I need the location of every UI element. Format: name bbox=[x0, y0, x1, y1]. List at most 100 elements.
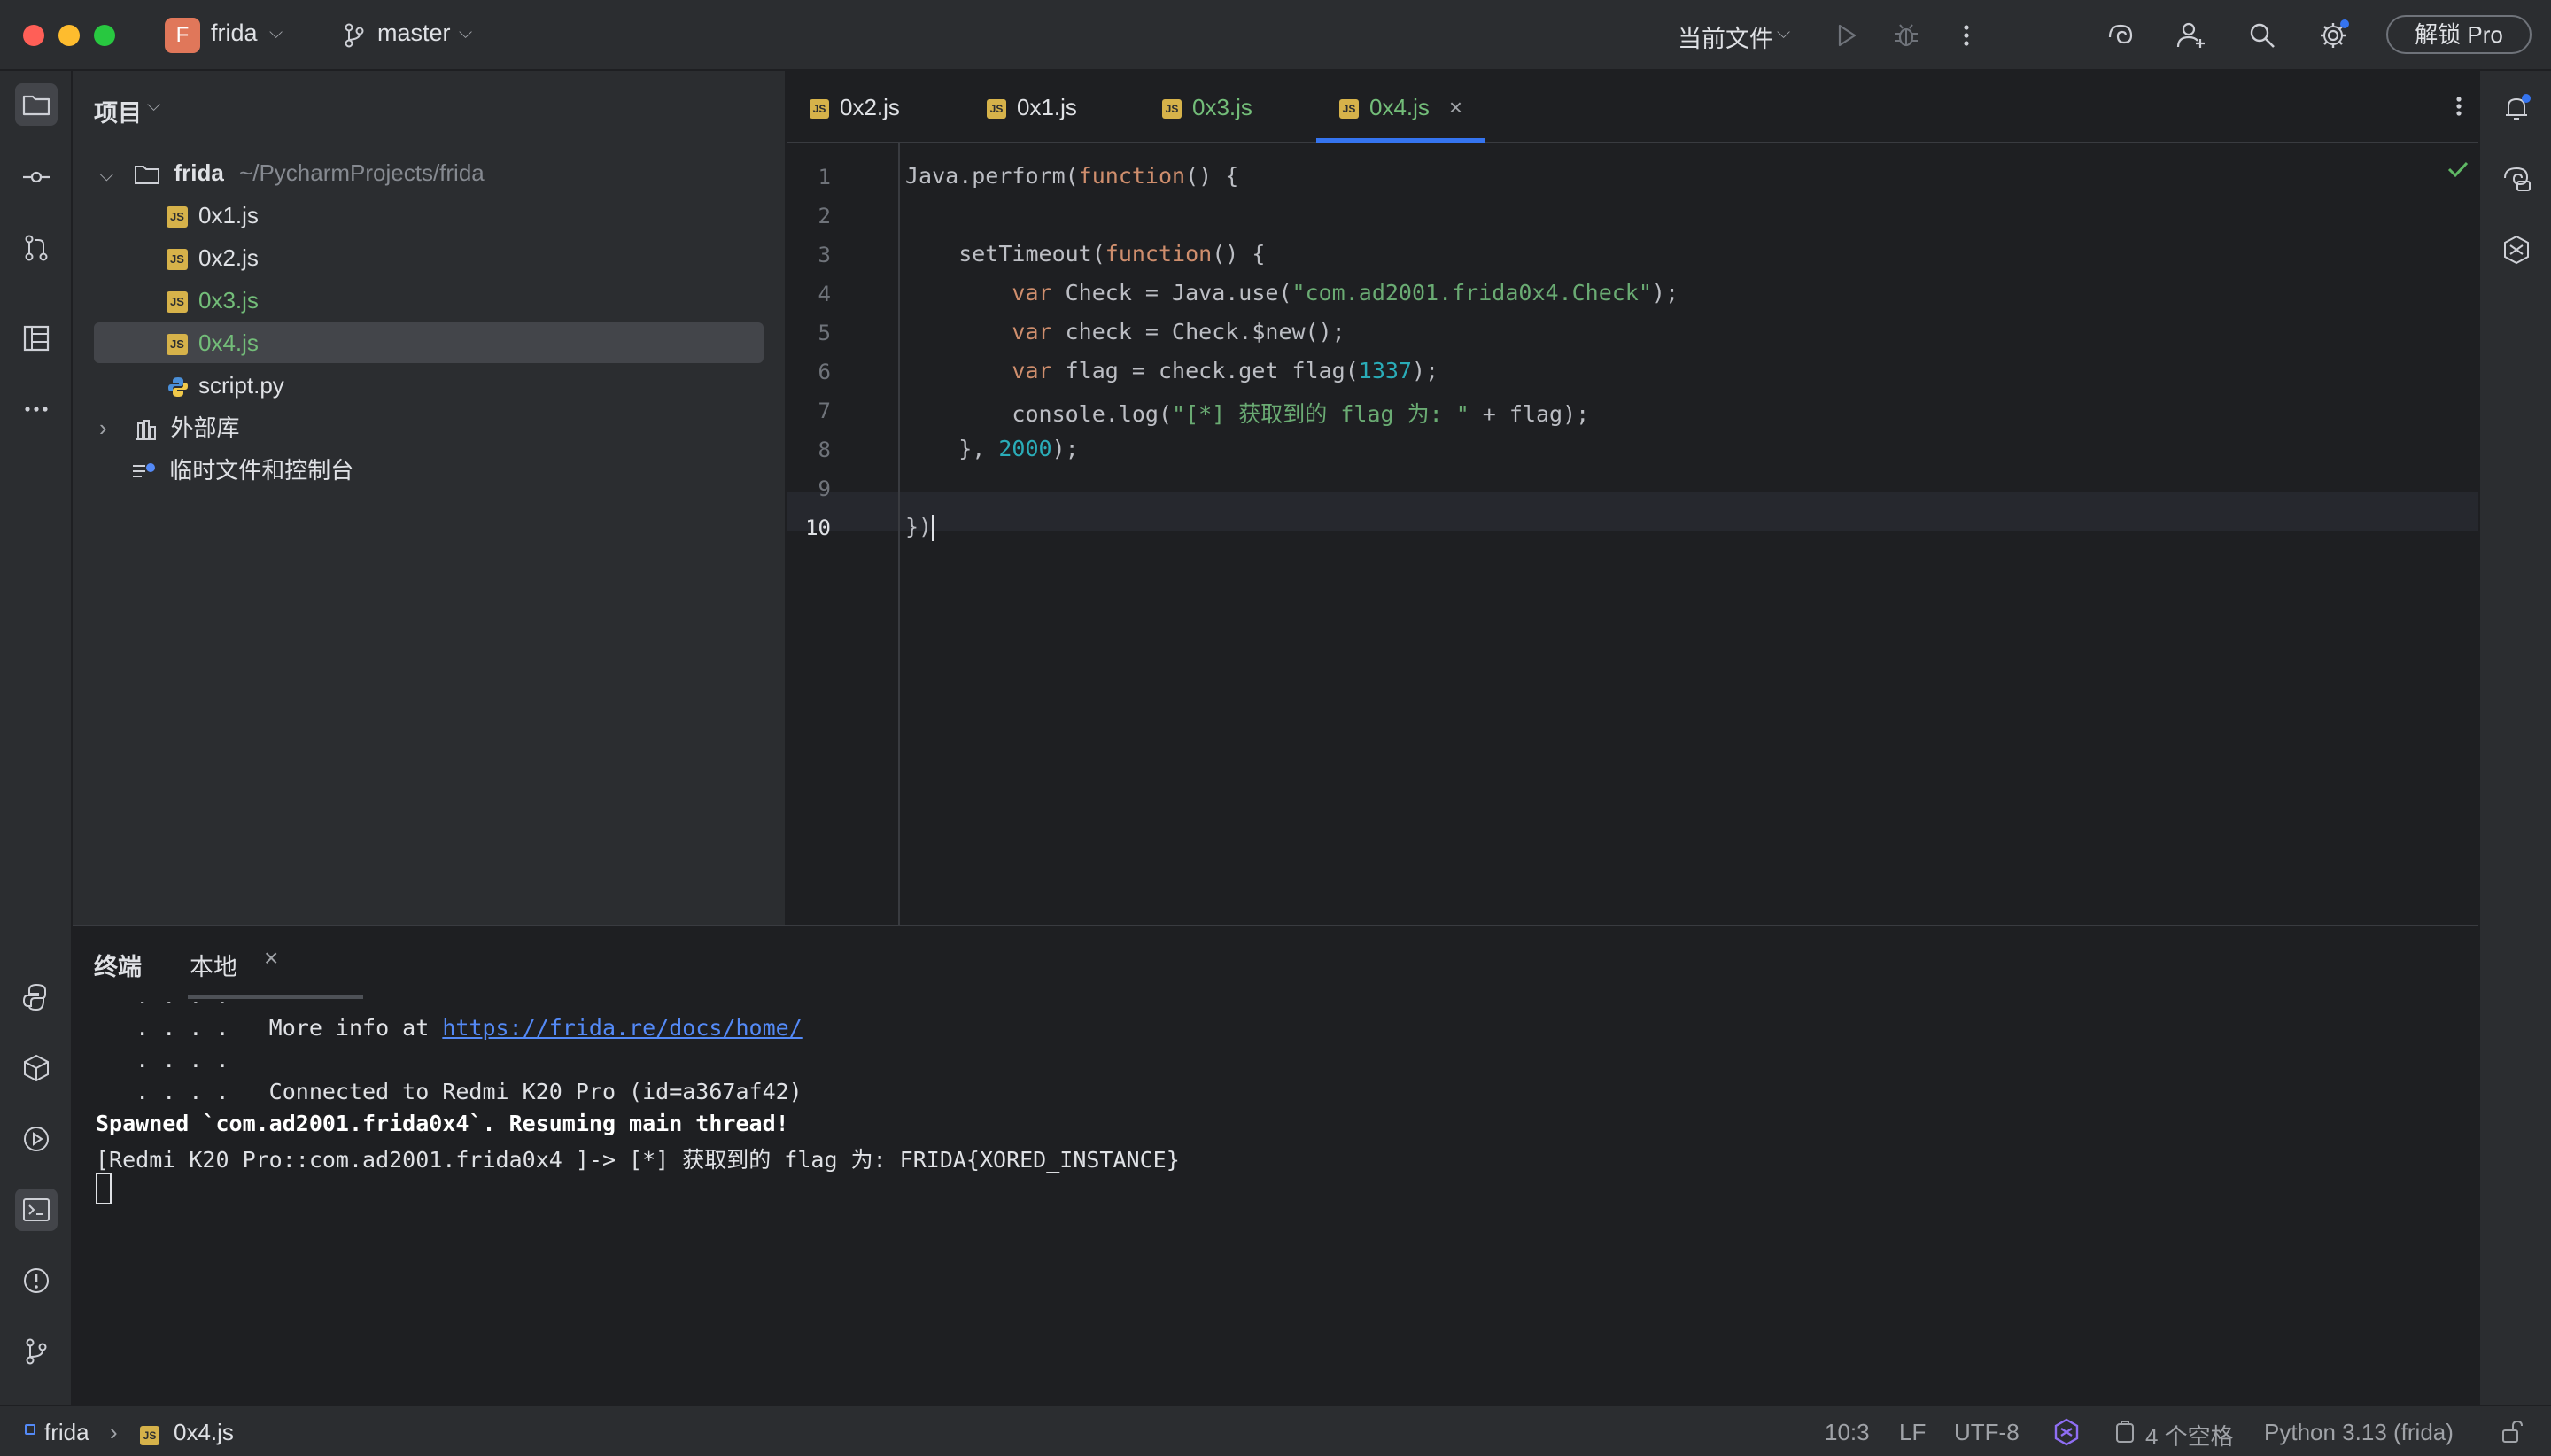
project-avatar: F bbox=[165, 18, 200, 53]
unlock-pro-button[interactable]: 解锁 Pro bbox=[2386, 15, 2532, 54]
javascript-file-icon: JS bbox=[810, 99, 829, 120]
javascript-file-icon: JS bbox=[1339, 99, 1359, 120]
code-line: }, 2000); bbox=[905, 436, 1079, 461]
ai-chat-button[interactable] bbox=[2495, 158, 2538, 200]
library-icon bbox=[136, 420, 157, 441]
debug-icon[interactable] bbox=[1888, 18, 1924, 53]
line-number: 2 bbox=[818, 204, 831, 228]
project-panel: 项目 ⌵ ⌵ frida ~/PycharmProjects/frida JS 0… bbox=[73, 71, 787, 925]
search-icon[interactable] bbox=[2245, 18, 2280, 53]
folder-icon bbox=[135, 166, 160, 185]
indent-setting[interactable]: 4 个空格 bbox=[2145, 1419, 2234, 1452]
assistant-status-icon[interactable] bbox=[2051, 1417, 2082, 1447]
tree-file-0x4[interactable]: JS 0x4.js bbox=[94, 322, 764, 363]
settings-gear-icon[interactable] bbox=[2315, 18, 2351, 53]
close-tab-icon[interactable]: × bbox=[264, 944, 278, 972]
line-number: 7 bbox=[818, 399, 831, 423]
line-number: 8 bbox=[818, 438, 831, 462]
tree-file-0x2[interactable]: JS 0x2.js bbox=[94, 237, 764, 278]
structure-icon bbox=[23, 325, 50, 352]
tab-0x1-js[interactable]: JS 0x1.js bbox=[987, 71, 1077, 143]
tree-external-libraries[interactable]: › 外部库 bbox=[94, 407, 764, 448]
terminal-line: . . . . More info at https://frida.re/do… bbox=[96, 1015, 803, 1041]
file-name: 0x1.js bbox=[198, 202, 259, 228]
more-horizontal-icon bbox=[25, 407, 48, 412]
file-name: 0x2.js bbox=[198, 244, 259, 271]
run-icon[interactable] bbox=[1828, 18, 1864, 53]
tab-0x3-js[interactable]: JS 0x3.js bbox=[1162, 71, 1252, 143]
scratches-label: 临时文件和控制台 bbox=[169, 457, 354, 484]
pull-requests-tool-button[interactable] bbox=[15, 227, 58, 269]
tree-file-script-py[interactable]: script.py bbox=[94, 365, 764, 406]
project-name: frida bbox=[211, 19, 258, 46]
git-branch-icon bbox=[345, 23, 364, 48]
editor-tab-bar: JS 0x2.js JS 0x1.js JS 0x3.js JS 0x4.js × bbox=[787, 71, 2478, 143]
terminal-line: . . . . Connected to Redmi K20 Pro (id=a… bbox=[96, 1079, 803, 1104]
terminal-tool-button[interactable] bbox=[15, 1189, 58, 1231]
git-tool-button[interactable] bbox=[15, 1330, 58, 1373]
assistant-button[interactable] bbox=[2495, 228, 2538, 271]
commit-tool-button[interactable] bbox=[15, 156, 58, 198]
minimize-window-button[interactable] bbox=[58, 25, 80, 46]
maximize-window-button[interactable] bbox=[94, 25, 115, 46]
editor-area: JS 0x2.js JS 0x1.js JS 0x3.js JS 0x4.js × 1 2… bbox=[787, 71, 2478, 925]
git-icon bbox=[26, 1338, 47, 1365]
chevron-right-icon: › bbox=[99, 414, 107, 441]
javascript-file-icon: JS bbox=[1162, 99, 1182, 120]
external-libraries-label: 外部库 bbox=[170, 414, 240, 441]
breadcrumb-file[interactable]: 0x4.js bbox=[174, 1419, 234, 1446]
run-config-label: 当前文件 bbox=[1678, 26, 1773, 52]
lock-icon[interactable] bbox=[2498, 1419, 2524, 1445]
line-number: 6 bbox=[818, 360, 831, 384]
file-name: 0x4.js bbox=[198, 329, 259, 356]
root-folder-path: ~/PycharmProjects/frida bbox=[239, 159, 485, 186]
line-number: 1 bbox=[818, 165, 831, 190]
close-tab-icon[interactable]: × bbox=[1449, 94, 1462, 120]
breadcrumb-project[interactable]: frida bbox=[44, 1419, 89, 1446]
python-console-button[interactable] bbox=[15, 976, 58, 1018]
more-vertical-icon[interactable] bbox=[2443, 90, 2475, 122]
file-encoding[interactable]: UTF-8 bbox=[1954, 1419, 2020, 1446]
javascript-file-icon: JS bbox=[167, 334, 188, 356]
add-user-icon[interactable] bbox=[2174, 18, 2209, 53]
problems-tool-button[interactable] bbox=[15, 1259, 58, 1302]
services-button[interactable] bbox=[15, 1118, 58, 1160]
chevron-down-icon: ⌵ bbox=[269, 23, 283, 43]
tree-root-frida[interactable]: ⌵ frida ~/PycharmProjects/frida bbox=[94, 152, 764, 193]
code-line: console.log("[*] 获取到的 flag 为: " + flag); bbox=[905, 401, 1590, 427]
tree-file-0x1[interactable]: JS 0x1.js bbox=[94, 195, 764, 236]
status-bar: frida › JS 0x4.js 10:3 LF UTF-8 4 个空格 Py… bbox=[0, 1405, 2551, 1456]
right-tool-strip bbox=[2478, 71, 2551, 1405]
terminal-line: [Redmi K20 Pro::com.ad2001.frida0x4 ]-> … bbox=[96, 1147, 1180, 1173]
root-folder-name: frida bbox=[174, 159, 224, 186]
frida-docs-link[interactable]: https://frida.re/docs/home/ bbox=[442, 1015, 802, 1041]
tab-0x2-js[interactable]: JS 0x2.js bbox=[810, 71, 900, 143]
more-tools-button[interactable] bbox=[15, 388, 58, 430]
tree-scratches[interactable]: 临时文件和控制台 bbox=[94, 450, 764, 491]
ai-assistant-icon[interactable] bbox=[2103, 18, 2138, 53]
chevron-down-icon: ⌵ bbox=[1777, 23, 1791, 43]
python-interpreter[interactable]: Python 3.13 (frida) bbox=[2264, 1419, 2454, 1446]
tab-label: 0x4.js bbox=[1369, 94, 1430, 120]
line-separator[interactable]: LF bbox=[1899, 1419, 1926, 1446]
terminal-text: . . . . More info at bbox=[96, 1015, 443, 1041]
notifications-button[interactable] bbox=[2495, 87, 2538, 129]
structure-tool-button[interactable] bbox=[15, 317, 58, 360]
tab-label: 0x1.js bbox=[1017, 94, 1077, 120]
commit-icon bbox=[23, 171, 50, 183]
problems-icon bbox=[24, 1268, 49, 1293]
close-window-button[interactable] bbox=[23, 25, 44, 46]
code-line: Java.perform(function() { bbox=[905, 163, 1239, 189]
tree-file-0x3[interactable]: JS 0x3.js bbox=[94, 280, 764, 321]
python-packages-button[interactable] bbox=[15, 1047, 58, 1089]
tab-0x4-js[interactable]: JS 0x4.js × bbox=[1316, 71, 1486, 143]
javascript-file-icon: JS bbox=[167, 291, 188, 314]
javascript-file-icon: JS bbox=[167, 249, 188, 271]
python-icon bbox=[22, 983, 46, 1011]
project-tool-button[interactable] bbox=[15, 83, 58, 126]
caret-position[interactable]: 10:3 bbox=[1825, 1419, 1870, 1446]
more-vertical-icon[interactable] bbox=[1949, 18, 1984, 53]
text-cursor bbox=[932, 515, 935, 541]
no-problems-check-icon[interactable] bbox=[2445, 156, 2471, 182]
chevron-down-icon: ⌵ bbox=[99, 163, 114, 185]
